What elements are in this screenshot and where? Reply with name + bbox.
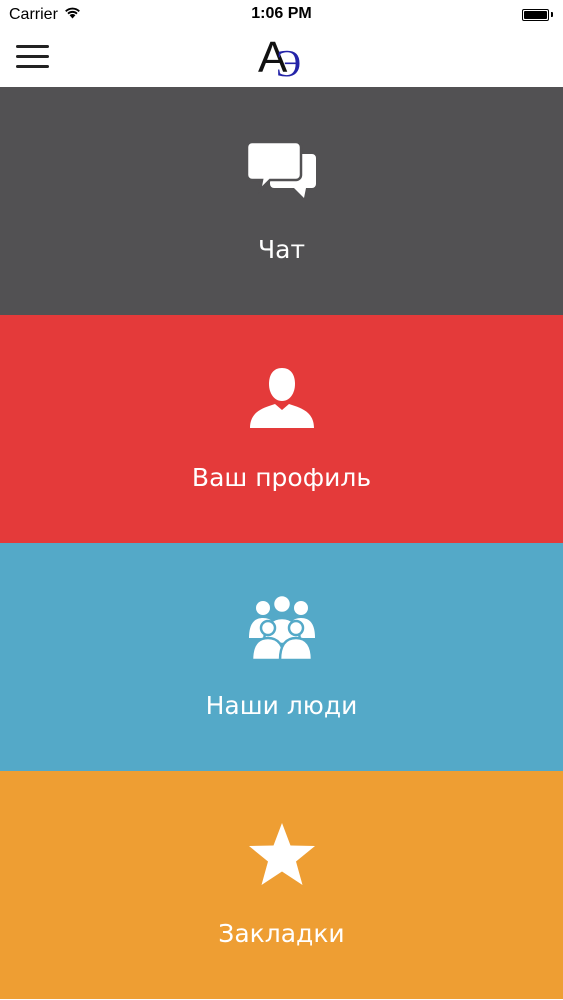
main-menu: Чат Ваш профиль Наши люди Закладки bbox=[0, 87, 563, 1000]
hamburger-menu-icon[interactable] bbox=[16, 43, 49, 71]
tile-chat-label: Чат bbox=[257, 235, 306, 264]
battery-icon bbox=[522, 9, 553, 21]
tile-chat[interactable]: Чат bbox=[0, 87, 563, 315]
status-left: Carrier bbox=[9, 6, 81, 24]
status-bar: Carrier bbox=[0, 0, 563, 30]
tile-bookmarks-label: Закладки bbox=[218, 919, 345, 948]
wifi-icon bbox=[64, 6, 81, 24]
app-screen: Carrier 1:06 PM A Э Чат Ваш профиль Наши… bbox=[0, 0, 563, 1000]
battery-level-fill bbox=[524, 11, 547, 19]
tile-profile[interactable]: Ваш профиль bbox=[0, 315, 563, 543]
navigation-bar: A Э bbox=[0, 30, 563, 87]
people-group-icon bbox=[0, 589, 563, 663]
chat-bubbles-icon bbox=[0, 133, 563, 207]
tile-people[interactable]: Наши люди bbox=[0, 543, 563, 771]
logo-letter-e: Э bbox=[276, 43, 302, 85]
app-logo: A Э bbox=[256, 34, 308, 86]
tile-people-label: Наши люди bbox=[205, 691, 358, 720]
tile-profile-label: Ваш профиль bbox=[191, 463, 372, 492]
user-profile-icon bbox=[0, 361, 563, 435]
carrier-label: Carrier bbox=[9, 6, 58, 23]
tile-bookmarks[interactable]: Закладки bbox=[0, 771, 563, 999]
star-icon bbox=[0, 817, 563, 891]
